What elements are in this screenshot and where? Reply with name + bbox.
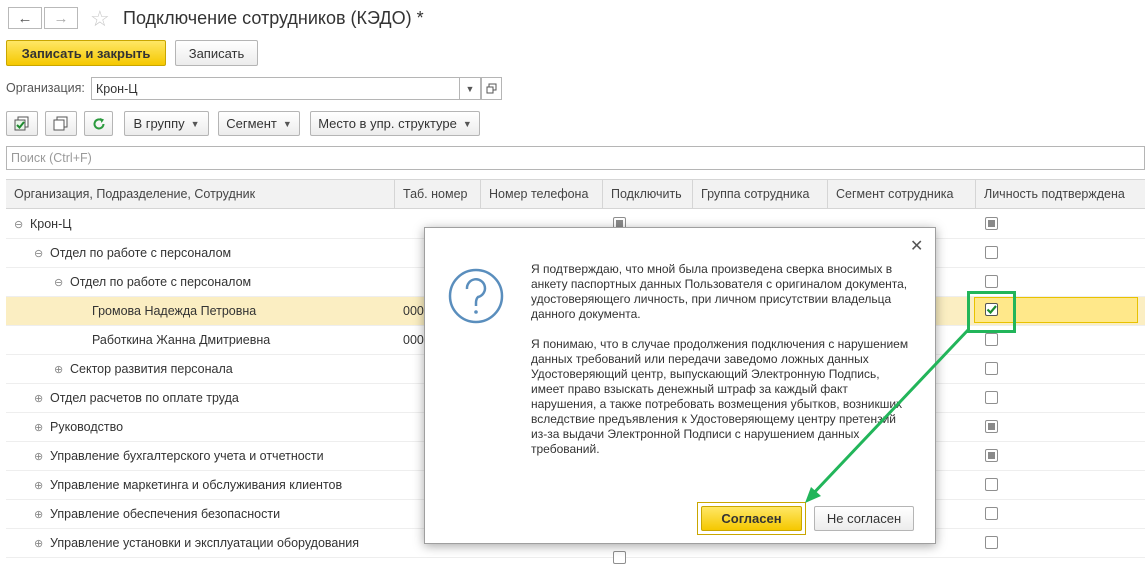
arrow-annotation-icon <box>805 328 970 503</box>
